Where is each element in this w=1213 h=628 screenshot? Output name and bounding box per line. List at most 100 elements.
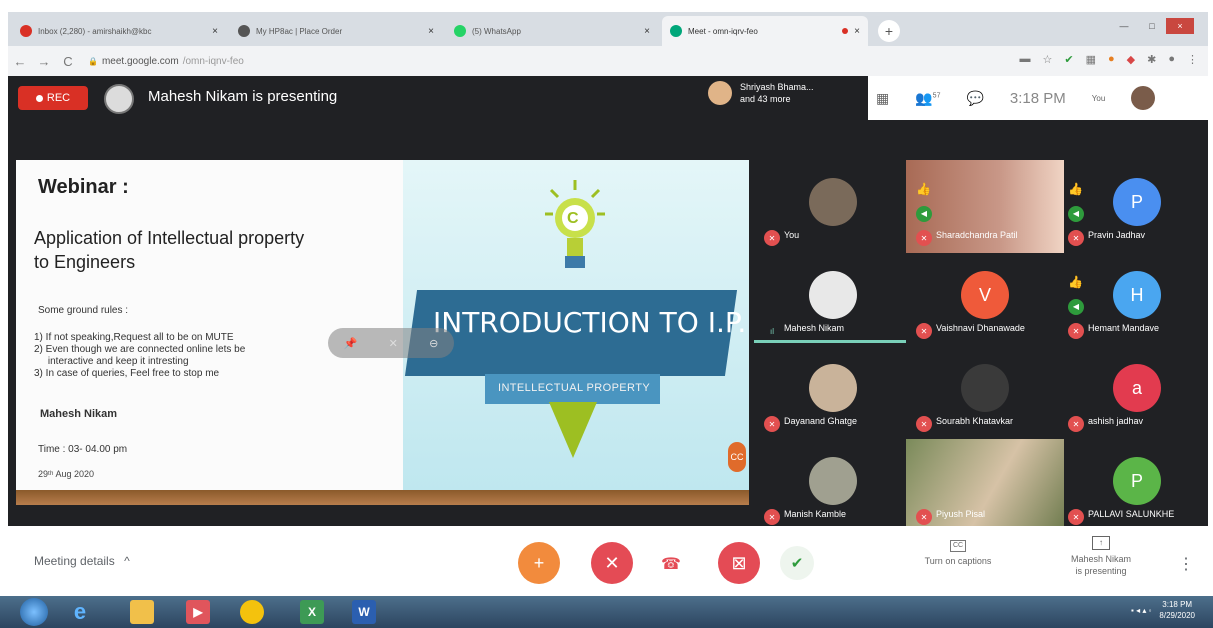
chat-icon[interactable]: 💬 bbox=[966, 90, 983, 107]
puzzle-icon[interactable]: ✱ bbox=[1147, 53, 1156, 66]
excel-icon[interactable]: X bbox=[300, 600, 324, 624]
taskbar-clock[interactable]: 3:18 PM 8/29/2020 bbox=[1159, 599, 1195, 621]
more-options-icon[interactable]: ⊖ bbox=[429, 337, 438, 350]
chrome-icon[interactable] bbox=[240, 600, 264, 624]
pin-icon[interactable]: 📌 bbox=[344, 337, 358, 350]
rules-list: 1) If not speaking,Request all to be on … bbox=[34, 332, 334, 380]
banner-subtitle: INTELLECTUAL PROPERTY bbox=[498, 382, 651, 394]
camera-toggle-button[interactable]: ⊠ bbox=[718, 542, 760, 584]
slide-title-line-1: Application of Intellectual property bbox=[34, 228, 305, 248]
close-icon[interactable]: × bbox=[428, 26, 434, 37]
camera-off-icon: ⊠ bbox=[731, 552, 747, 573]
avatar: H bbox=[1113, 271, 1161, 319]
avatar: P bbox=[1113, 457, 1161, 505]
close-icon[interactable]: × bbox=[212, 26, 218, 37]
close-window-button[interactable]: × bbox=[1166, 18, 1194, 34]
more-options-button[interactable]: ⋮ bbox=[1178, 554, 1194, 574]
tab-meet[interactable]: Meet - omn-iqrv-feo × bbox=[662, 16, 868, 46]
participant-tile[interactable]: V ✕ Vaishnavi Dhanawade bbox=[906, 253, 1064, 346]
leave-call-button[interactable]: ☎ bbox=[657, 550, 685, 578]
participant-name: Dayanand Ghatge bbox=[784, 416, 858, 426]
tab-whatsapp[interactable]: (5) WhatsApp × bbox=[446, 16, 658, 46]
participant-tile[interactable]: a ✕ ashish jadhav bbox=[1058, 346, 1213, 439]
participant-tile[interactable]: ✕ Dayanand Ghatge bbox=[754, 346, 912, 439]
tag-extension-icon[interactable]: ◆ bbox=[1127, 53, 1135, 66]
participant-tile[interactable]: ıl Mahesh Nikam bbox=[754, 253, 912, 346]
star-icon[interactable]: ☆ bbox=[1043, 53, 1053, 66]
speaker-name: Mahesh Nikam bbox=[40, 408, 118, 420]
people-icon[interactable]: 👥57 bbox=[915, 90, 940, 107]
participant-tile[interactable]: ✕ You bbox=[754, 160, 912, 253]
participant-tile[interactable]: P ✕ PALLAVI SALUNKHE bbox=[1058, 439, 1213, 532]
slide-right-panel: C INTRODUCTION TO I.P. INTELLECTUAL PROP… bbox=[403, 160, 749, 490]
layout-icon[interactable]: ▦ bbox=[876, 90, 889, 107]
maximize-button[interactable]: □ bbox=[1138, 18, 1166, 34]
captions-button[interactable]: CC Turn on captions bbox=[903, 540, 1013, 566]
participant-tile[interactable]: H 👍 ◀ ✕ Hemant Mandave bbox=[1058, 253, 1213, 346]
slide-title-line-2: to Engineers bbox=[34, 252, 136, 272]
thumbs-up-icon: 👍 bbox=[1068, 275, 1083, 289]
participant-tile[interactable]: ✕ Manish Kamble bbox=[754, 439, 912, 532]
clock-time: 3:18 PM bbox=[1162, 600, 1193, 609]
participant-name: Mahesh Nikam bbox=[784, 323, 845, 333]
grid-extension-icon[interactable]: ▦ bbox=[1086, 53, 1096, 66]
windows-taskbar: e ▶ X W ▪ ◂ ▴ ◦ 3:18 PM 8/29/2020 bbox=[0, 596, 1213, 628]
menu-icon[interactable]: ⋮ bbox=[1187, 53, 1198, 66]
start-button[interactable] bbox=[20, 598, 48, 626]
location-extension-icon[interactable]: ● bbox=[1108, 53, 1115, 66]
tab-hp[interactable]: My HP8ac | Place Order × bbox=[230, 16, 442, 46]
meet-top-right: ▦ 👥57 💬 3:18 PM You bbox=[868, 76, 1208, 120]
rec-label: REC bbox=[46, 92, 71, 104]
down-arrow-shape bbox=[549, 402, 597, 458]
back-button[interactable]: ← bbox=[8, 54, 32, 69]
present-button[interactable]: ↑ Mahesh Nikam is presenting bbox=[1046, 536, 1156, 577]
url-path: /omn-iqnv-feo bbox=[182, 55, 244, 67]
url-field[interactable]: 🔒 meet.google.com/omn-iqnv-feo bbox=[88, 56, 244, 67]
bulb-letter: C bbox=[567, 210, 579, 227]
media-player-icon[interactable]: ▶ bbox=[186, 600, 210, 624]
forward-button[interactable]: → bbox=[32, 54, 56, 69]
extension-icons: ▬ ☆ ✔ ▦ ● ◆ ✱ ● ⋮ bbox=[1020, 53, 1199, 66]
mic-off-icon: ✕ bbox=[1068, 416, 1084, 432]
mic-off-icon: ✕ bbox=[1068, 230, 1084, 246]
participant-tile[interactable]: P 👍 ◀ ✕ Pravin Jadhav bbox=[1058, 160, 1213, 253]
tab-gmail[interactable]: Inbox (2,280) - amirshaikh@kbc × bbox=[12, 16, 226, 46]
status-check-button[interactable]: ✔ bbox=[780, 546, 814, 580]
folder-icon[interactable] bbox=[130, 600, 154, 624]
mute-icon[interactable]: ✕ bbox=[389, 337, 398, 350]
gmail-icon bbox=[20, 25, 32, 37]
mic-toggle-button[interactable]: ✕ bbox=[591, 542, 633, 584]
profile-icon[interactable]: ● bbox=[1168, 53, 1175, 66]
speaking-icon: ◀ bbox=[1068, 206, 1084, 222]
participant-tile[interactable]: ✕ Piyush Pisal bbox=[906, 439, 1064, 532]
presenting-text: Mahesh Nikam is presenting bbox=[148, 88, 338, 105]
meeting-details-button[interactable]: Meeting details ^ bbox=[34, 554, 130, 568]
avatar: V bbox=[961, 271, 1009, 319]
chevron-up-icon: ^ bbox=[124, 554, 130, 568]
cast-icon[interactable]: ▬ bbox=[1020, 53, 1031, 66]
record-dot-icon bbox=[35, 94, 43, 102]
check-extension-icon[interactable]: ✔ bbox=[1064, 53, 1073, 66]
plus-icon: + bbox=[533, 552, 545, 573]
participant-grid: ✕ You 👍 ◀ ✕ Sharadchandra Patil P 👍 ◀ ✕ … bbox=[754, 160, 1209, 532]
word-icon[interactable]: W bbox=[352, 600, 376, 624]
new-tab-button[interactable]: + bbox=[878, 20, 900, 42]
participant-tile[interactable]: 👍 ◀ ✕ Sharadchandra Patil bbox=[906, 160, 1064, 253]
internet-explorer-icon[interactable]: e bbox=[68, 599, 92, 624]
participants-summary[interactable]: Shriyash Bhama... and 43 more bbox=[708, 81, 814, 105]
session-time: Time : 03- 04.00 pm bbox=[38, 444, 128, 455]
banner-title: INTRODUCTION TO I.P. bbox=[433, 306, 747, 339]
add-button[interactable]: + bbox=[518, 542, 560, 584]
reload-button[interactable]: C bbox=[56, 54, 80, 69]
url-host: meet.google.com bbox=[101, 55, 179, 67]
close-icon[interactable]: × bbox=[854, 26, 860, 37]
rule-item: 2) Even though we are connected online l… bbox=[34, 344, 246, 355]
participant-name: Manish Kamble bbox=[784, 509, 847, 519]
close-icon[interactable]: × bbox=[644, 26, 650, 37]
tab-title: (5) WhatsApp bbox=[472, 26, 521, 36]
participant-tile[interactable]: ✕ Sourabh Khatavkar bbox=[906, 346, 1064, 439]
slide-left-panel: Webinar : Application of Intellectual pr… bbox=[16, 160, 403, 490]
minimize-button[interactable]: — bbox=[1110, 18, 1138, 34]
tray-icons[interactable]: ▪ ◂ ▴ ◦ bbox=[1131, 606, 1151, 615]
avatar[interactable] bbox=[1131, 86, 1156, 110]
